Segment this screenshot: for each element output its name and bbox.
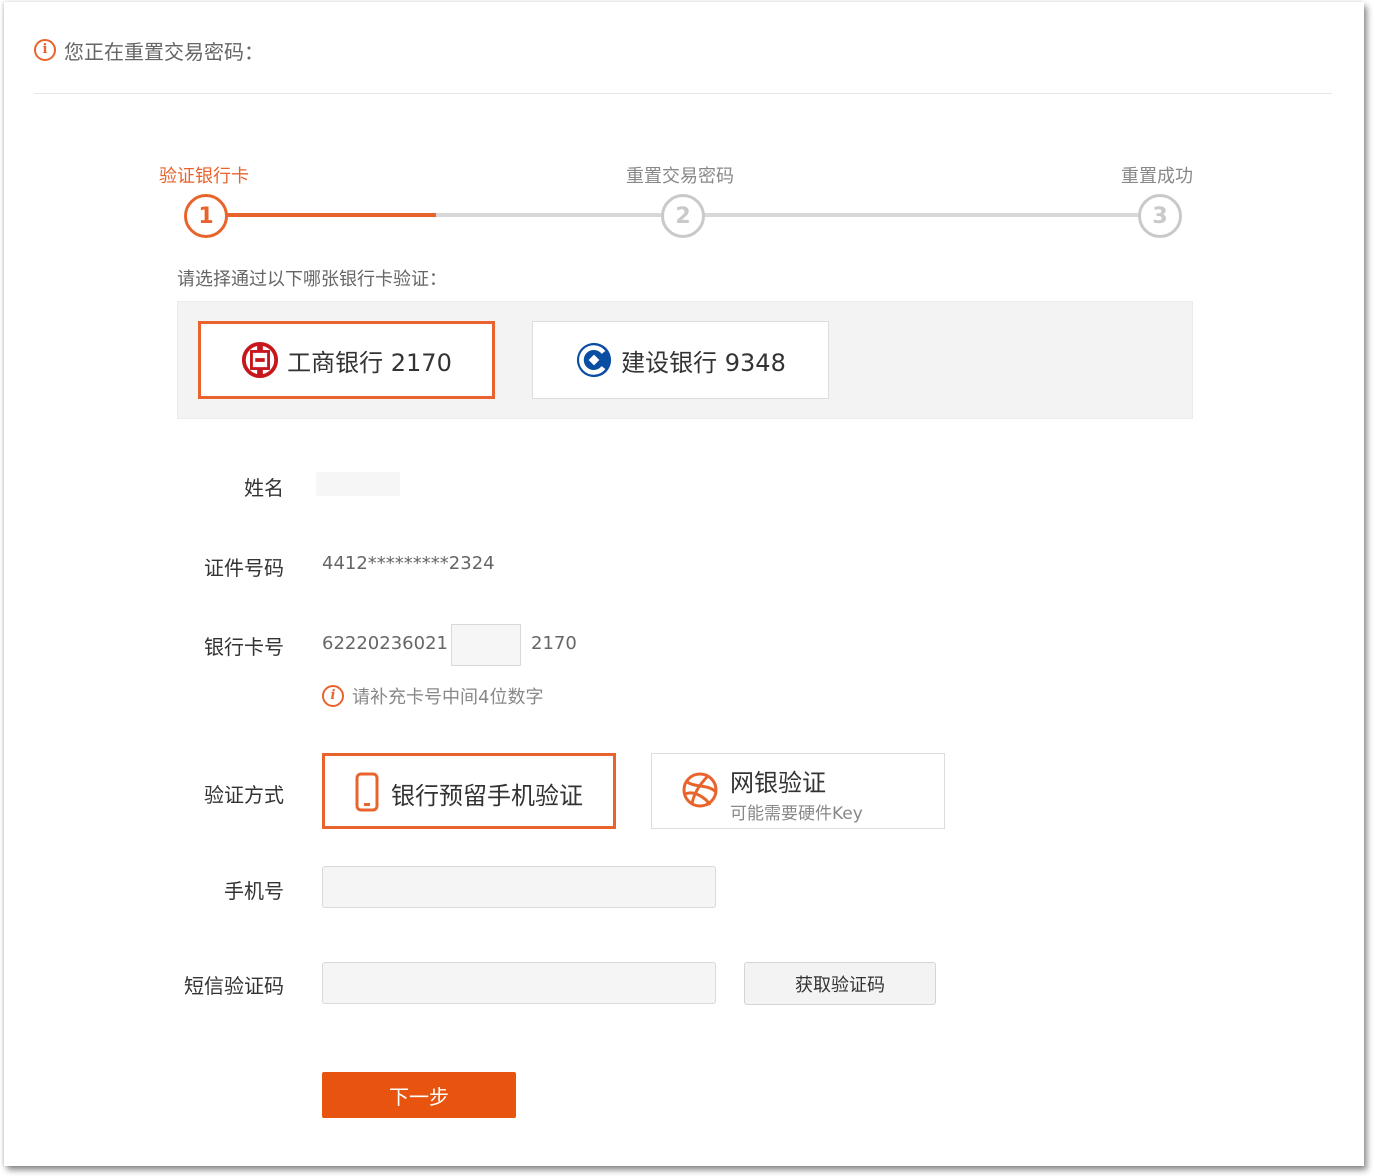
id-number-label: 证件号码	[204, 556, 284, 580]
step-progress	[206, 213, 436, 217]
step-3-circle: 3	[1138, 194, 1182, 238]
card-number-prefix: 62220236021	[322, 633, 448, 654]
bank-card-ccb[interactable]: 建设银行 9348	[532, 321, 829, 399]
method-subtitle: 可能需要硬件Key	[730, 804, 863, 824]
info-icon: i	[322, 685, 344, 707]
next-step-button[interactable]: 下一步	[322, 1072, 516, 1118]
notice-text: 您正在重置交易密码：	[64, 39, 264, 64]
card-number-hint: i 请补充卡号中间4位数字	[322, 683, 543, 709]
step-2-label: 重置交易密码	[626, 166, 734, 187]
hint-text: 请补充卡号中间4位数字	[352, 687, 544, 708]
phone-label: 手机号	[224, 879, 284, 903]
icbc-logo-icon	[242, 341, 279, 379]
bank-card-label: 工商银行 2170	[287, 348, 452, 377]
card-select-prompt: 请选择通过以下哪张银行卡验证：	[177, 269, 447, 290]
step-2-circle: 2	[661, 194, 705, 238]
step-3-label: 重置成功	[1121, 166, 1193, 187]
id-number-value: 4412*********2324	[322, 553, 495, 574]
mobile-phone-icon	[355, 772, 379, 812]
get-code-button[interactable]: 获取验证码	[744, 962, 936, 1005]
card-number-suffix: 2170	[531, 633, 577, 654]
name-label: 姓名	[244, 476, 284, 500]
notice-bar: i 您正在重置交易密码：	[34, 36, 264, 64]
bank-card-icbc[interactable]: 工商银行 2170	[198, 321, 495, 399]
name-value	[316, 472, 400, 496]
method-label: 验证方式	[204, 783, 284, 807]
method-phone-option[interactable]: 银行预留手机验证	[322, 753, 616, 829]
phone-input[interactable]	[322, 866, 716, 908]
ccb-logo-icon	[577, 342, 612, 378]
sms-code-label: 短信验证码	[184, 974, 284, 998]
header-divider	[34, 93, 1332, 94]
info-icon: i	[34, 39, 56, 61]
step-1-label: 验证银行卡	[159, 166, 249, 187]
card-number-label: 银行卡号	[204, 635, 284, 659]
bank-card-label: 建设银行 9348	[621, 348, 786, 377]
sms-code-input[interactable]	[322, 962, 716, 1004]
method-title: 网银验证	[730, 769, 826, 797]
globe-ball-icon	[682, 772, 718, 808]
step-1-circle: 1	[184, 194, 228, 238]
method-title: 银行预留手机验证	[391, 782, 583, 810]
card-middle-digits-input[interactable]	[451, 624, 521, 666]
method-ebank-option[interactable]: 网银验证 可能需要硬件Key	[651, 753, 945, 829]
